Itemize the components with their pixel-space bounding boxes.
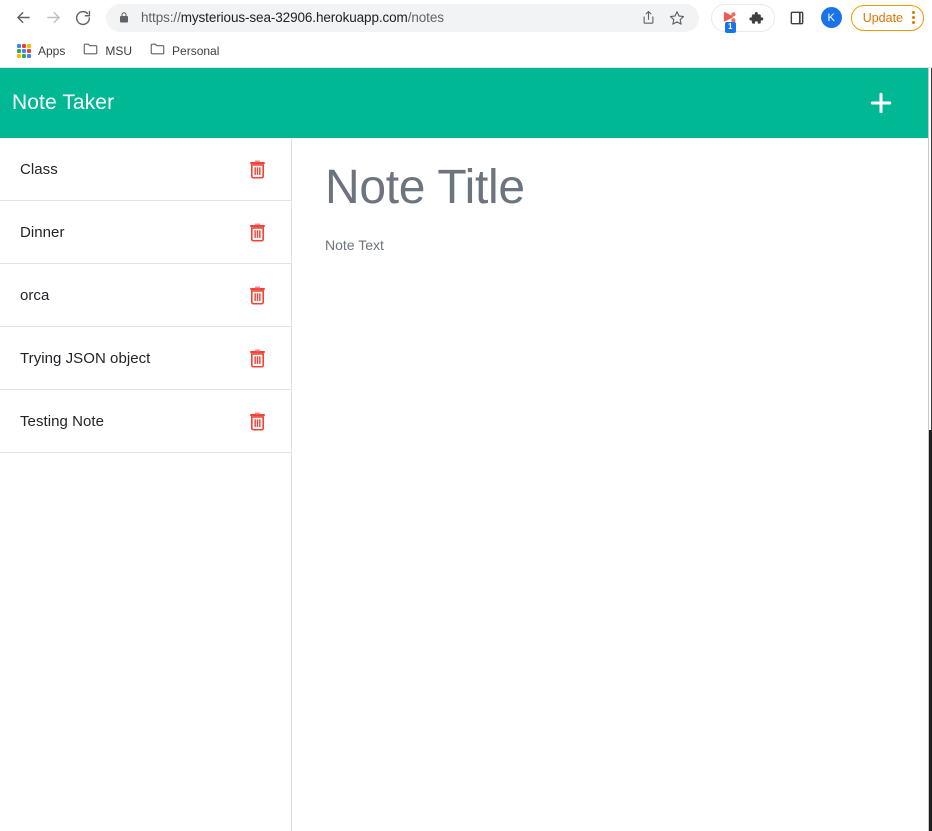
- bookmark-apps-label: Apps: [38, 44, 66, 58]
- url-scheme: https://: [141, 10, 181, 25]
- address-bar[interactable]: https://mysterious-sea-32906.herokuapp.c…: [106, 3, 699, 32]
- note-title-label: orca: [20, 286, 50, 304]
- url-path: /notes: [407, 10, 444, 25]
- browser-chrome: https://mysterious-sea-32906.herokuapp.c…: [0, 0, 932, 68]
- trash-icon[interactable]: [247, 347, 267, 369]
- trash-icon[interactable]: [247, 158, 267, 180]
- list-item[interactable]: Trying JSON object: [0, 327, 291, 390]
- extension-badge-count: 1: [724, 21, 736, 33]
- note-title-label: Dinner: [20, 223, 65, 241]
- note-title-label: Class: [20, 160, 58, 178]
- apps-grid-icon: [17, 44, 31, 58]
- update-button-label: Update: [862, 10, 903, 25]
- app-content: Class Dinner orca Trying JSON object Tes…: [0, 138, 928, 831]
- url-text: https://mysterious-sea-32906.herokuapp.c…: [141, 10, 633, 25]
- extensions-pill: 1: [710, 3, 775, 33]
- note-editor: [292, 138, 928, 831]
- bookmark-personal-label: Personal: [172, 44, 220, 58]
- trash-icon[interactable]: [247, 221, 267, 243]
- trash-icon[interactable]: [247, 284, 267, 306]
- avatar[interactable]: K: [820, 7, 842, 28]
- app-header: Note Taker: [0, 68, 928, 138]
- note-text-input[interactable]: [325, 236, 902, 667]
- browser-toolbar: https://mysterious-sea-32906.herokuapp.c…: [0, 0, 932, 35]
- list-item[interactable]: orca: [0, 264, 291, 327]
- extension-icon[interactable]: 1: [717, 5, 743, 33]
- reload-icon[interactable]: [68, 3, 98, 33]
- share-icon[interactable]: [637, 6, 661, 30]
- trash-icon[interactable]: [247, 410, 267, 432]
- bookmarks-bar: Apps MSU Personal: [0, 35, 932, 68]
- lock-icon: [118, 11, 130, 24]
- note-title-label: Testing Note: [20, 412, 104, 430]
- url-host: mysterious-sea-32906.herokuapp.com: [180, 10, 408, 25]
- puzzle-piece-icon[interactable]: [743, 5, 769, 31]
- folder-icon: [150, 42, 165, 60]
- bookmark-apps[interactable]: Apps: [9, 39, 73, 63]
- side-panel-icon[interactable]: [783, 4, 811, 32]
- star-icon[interactable]: [665, 6, 689, 30]
- update-button[interactable]: Update: [850, 4, 924, 31]
- back-icon[interactable]: [8, 3, 38, 33]
- list-item[interactable]: Testing Note: [0, 390, 291, 453]
- note-title-label: Trying JSON object: [20, 349, 151, 367]
- browser-window: https://mysterious-sea-32906.herokuapp.c…: [0, 0, 932, 831]
- note-title-input[interactable]: [325, 160, 902, 216]
- forward-icon: [38, 3, 68, 33]
- three-dot-menu-icon[interactable]: [912, 11, 915, 24]
- note-list-sidebar: Class Dinner orca Trying JSON object Tes…: [0, 138, 292, 831]
- bookmark-msu-label: MSU: [105, 44, 133, 58]
- page-title: Note Taker: [12, 91, 115, 114]
- list-item[interactable]: Dinner: [0, 201, 291, 264]
- bookmark-msu[interactable]: MSU: [75, 39, 140, 63]
- folder-icon: [83, 42, 98, 60]
- plus-icon[interactable]: [864, 86, 898, 120]
- list-item[interactable]: Class: [0, 138, 291, 201]
- bookmark-personal[interactable]: Personal: [142, 39, 227, 63]
